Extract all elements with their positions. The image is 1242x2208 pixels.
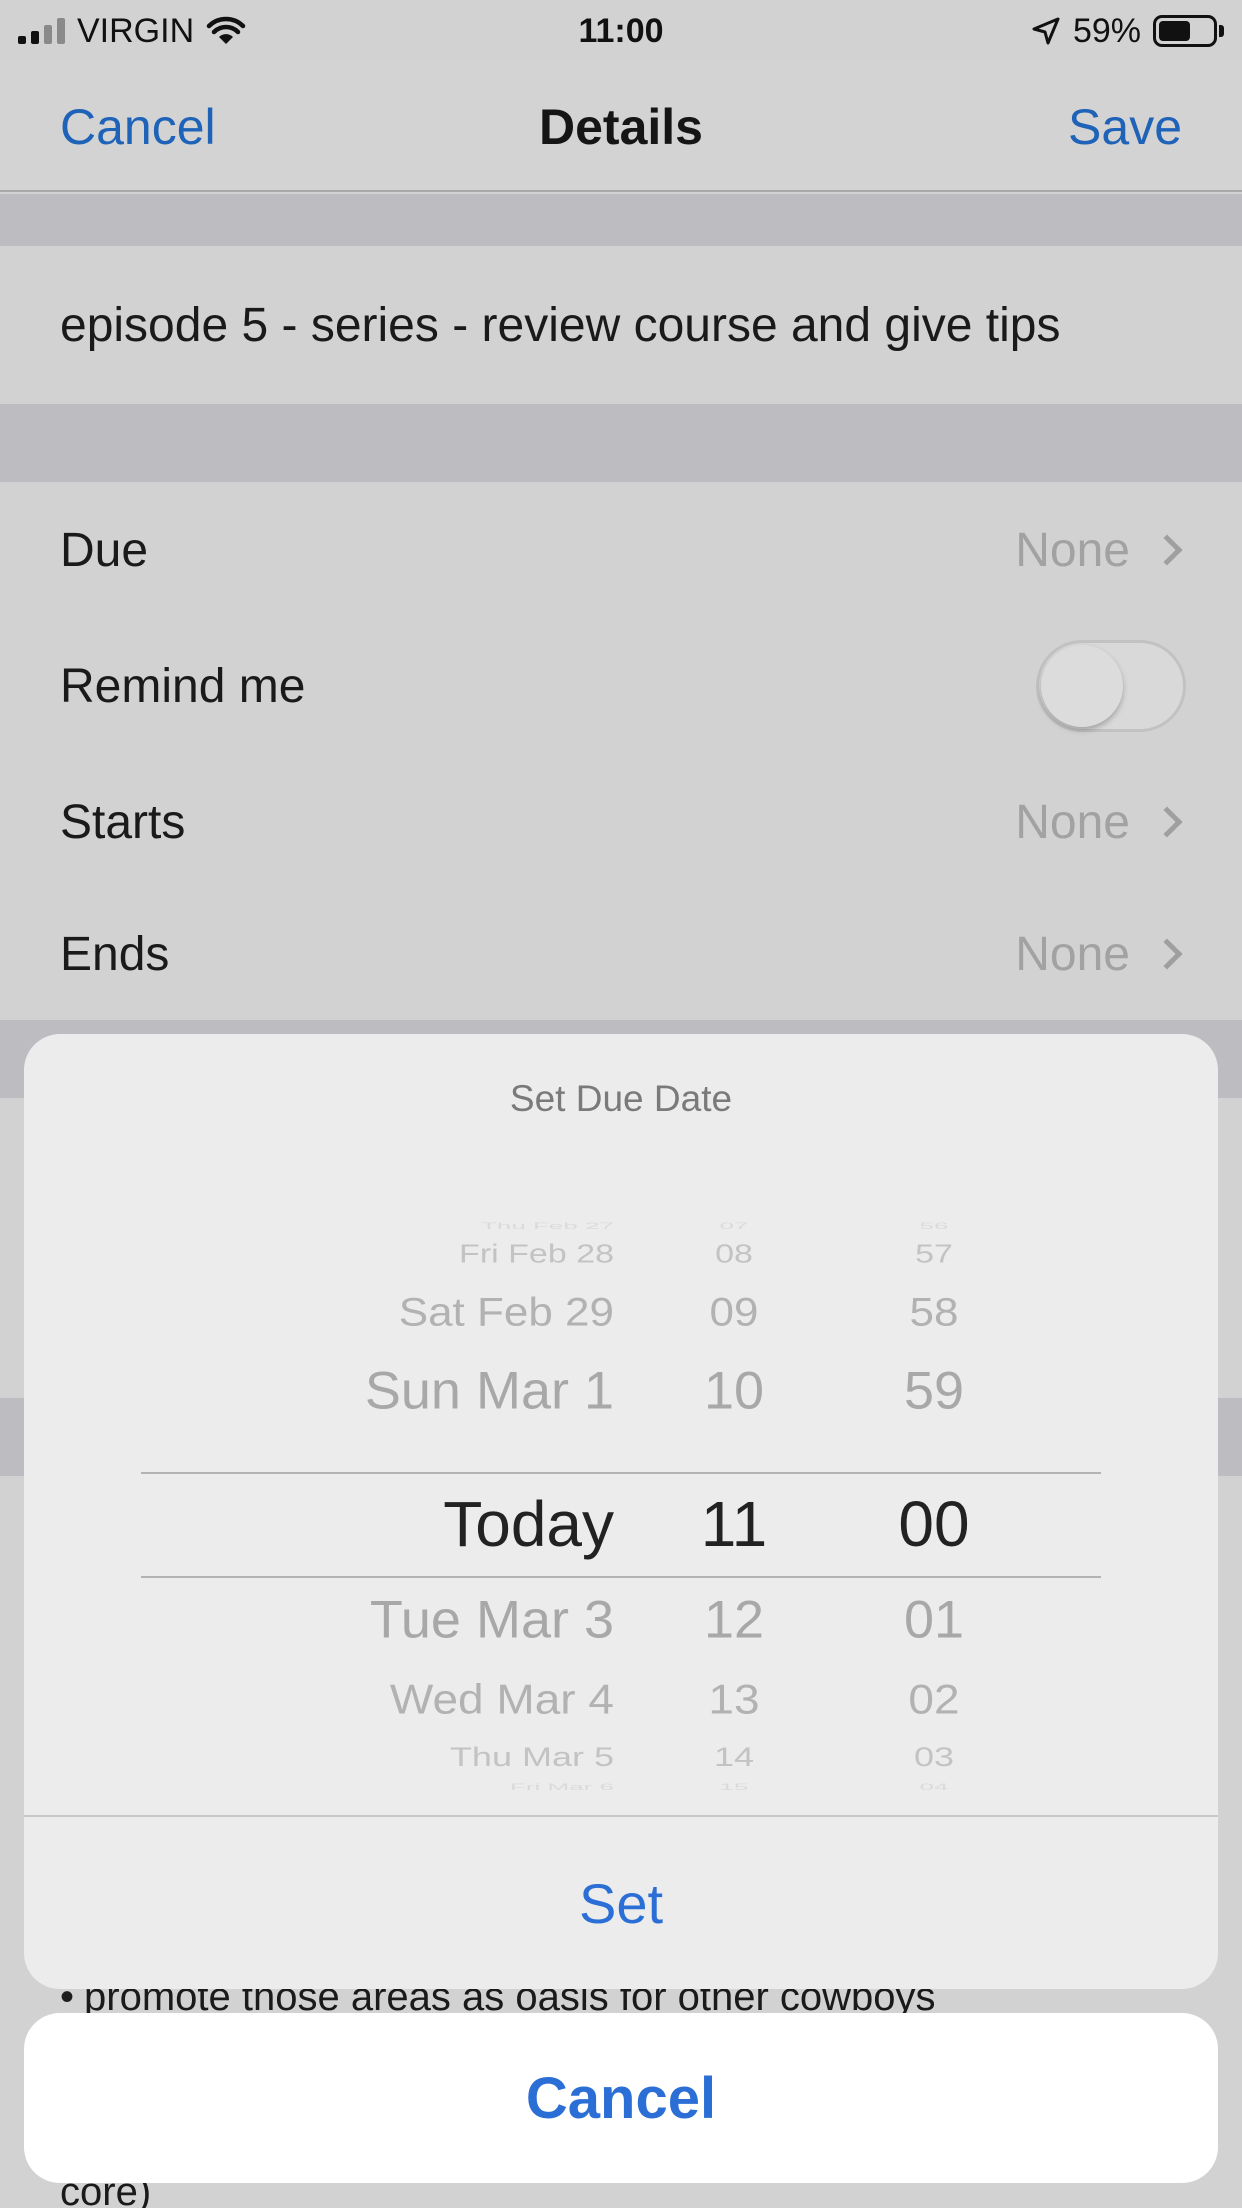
cancel-sheet-button[interactable]: Cancel [24,2013,1218,2183]
status-right: 59% [1031,12,1224,51]
signal-icon [18,18,65,44]
picker-hour-item[interactable]: 14 [624,1743,844,1771]
picker-date-item[interactable]: Thu Mar 5 [450,1743,614,1771]
location-arrow-icon [1032,17,1060,45]
picker-column-hour[interactable]: 07 08 09 10 11 12 13 14 15 [624,1214,824,1794]
carrier-name: VIRGIN [77,11,195,50]
picker-minute-item[interactable]: 56 [824,1221,1044,1230]
picker-date-item[interactable]: Fri Mar 6 [510,1782,614,1791]
picker-date-item[interactable]: Wed Mar 4 [390,1678,614,1719]
remind-me-row: Remind me [0,618,1242,754]
picker-minute-item[interactable]: 03 [824,1743,1044,1771]
picker-minute-item[interactable]: 02 [824,1678,1044,1719]
task-title-field[interactable]: episode 5 - series - review course and g… [0,246,1242,404]
picker-hour-item[interactable]: 08 [624,1241,844,1267]
picker-hour-item[interactable]: 13 [624,1678,844,1719]
sheet-title: Set Due Date [509,1078,733,1119]
picker-hour-item[interactable]: 07 [624,1221,844,1230]
remind-me-toggle[interactable] [1036,640,1186,732]
save-button[interactable]: Save [1068,98,1182,156]
status-bar: VIRGIN 11:00 59% [0,0,1242,62]
picker-date-item[interactable]: Sat Feb 29 [399,1293,614,1333]
starts-row[interactable]: Starts None [0,754,1242,890]
due-row[interactable]: Due None [0,482,1242,618]
picker-hour-item[interactable]: 12 [624,1594,844,1646]
status-left: VIRGIN [18,12,246,51]
section-gap [0,194,1242,246]
picker-hour-item[interactable]: 10 [624,1365,844,1417]
picker-hour-item[interactable]: 09 [624,1293,844,1333]
remind-me-label: Remind me [60,659,306,713]
date-time-picker[interactable]: Thu Feb 27 Fri Feb 28 Sat Feb 29 Sun Mar 1 T… [24,1214,1218,1794]
picker-date-item[interactable]: Thu Feb 27 [481,1221,614,1230]
picker-minute-item[interactable]: 58 [824,1293,1044,1333]
battery-percent: 59% [1072,11,1141,50]
picker-minute-item[interactable]: 04 [824,1782,1044,1791]
set-button[interactable]: Set [24,1817,1218,1989]
ends-label: Ends [60,927,170,981]
battery-icon [1153,15,1224,47]
wifi-icon [206,16,246,44]
picker-date-item[interactable]: Fri Feb 28 [459,1241,614,1267]
picker-selection-bottom [141,1576,1101,1578]
picker-hour-item[interactable]: 15 [624,1782,844,1791]
navigation-bar: Cancel Details Save [0,62,1242,192]
picker-selection-top [141,1472,1101,1474]
chevron-right-icon [1151,806,1183,838]
chevron-right-icon [1151,938,1183,970]
section-gap [0,404,1242,482]
picker-column-minute[interactable]: 56 57 58 59 00 01 02 03 04 [824,1214,1024,1794]
picker-date-item[interactable]: Sun Mar 1 [365,1365,614,1417]
starts-label: Starts [60,795,186,849]
picker-date-item[interactable]: Tue Mar 3 [370,1594,614,1646]
picker-hour-item[interactable]: 11 [624,1492,844,1556]
ends-row[interactable]: Ends None [0,886,1242,1022]
picker-minute-item[interactable]: 57 [824,1241,1044,1267]
picker-column-date[interactable]: Thu Feb 27 Fri Feb 28 Sat Feb 29 Sun Mar 1 T… [24,1214,624,1794]
picker-minute-item[interactable]: 01 [824,1594,1044,1646]
picker-date-item[interactable]: Today [443,1492,614,1556]
page-title: Details [539,99,703,155]
due-value: None [1015,523,1130,577]
picker-minute-item[interactable]: 59 [824,1365,1044,1417]
toggle-knob [1041,645,1123,727]
ends-value: None [1015,927,1130,981]
due-date-sheet: Set Due Date Thu Feb 27 Fri Feb 28 Sat Feb… [24,1034,1218,1989]
due-label: Due [60,523,149,577]
chevron-right-icon [1151,534,1183,566]
picker-minute-item[interactable]: 00 [824,1492,1044,1556]
starts-value: None [1015,795,1130,849]
